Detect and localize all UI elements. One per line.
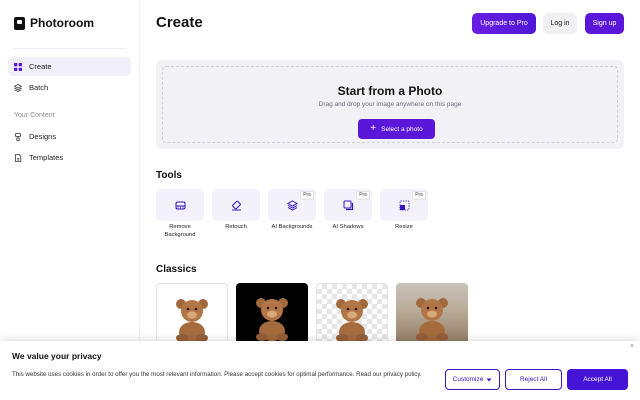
tool-card[interactable] [212, 189, 260, 221]
ai-shadows-icon [343, 200, 353, 210]
tool-label: Retouch [225, 224, 247, 230]
sidebar: Photoroom Create Batch Your Content Desi… [0, 0, 140, 400]
pro-badge: Pro [412, 191, 426, 200]
resize-icon [399, 200, 409, 210]
teddy-bear-image [416, 298, 448, 341]
tool-remove-background[interactable]: Remove Background [156, 189, 204, 239]
chevron-down-icon [486, 378, 492, 381]
tool-label: AI Shadows [332, 224, 364, 230]
sidebar-item-label: Create [29, 62, 52, 71]
upload-dropzone-border: Start from a Photo Drag and drop your im… [162, 66, 618, 143]
logo-text: Photoroom [30, 16, 94, 30]
classic-blurred-background[interactable] [396, 283, 468, 345]
close-icon[interactable]: × [630, 343, 634, 350]
logo[interactable]: Photoroom [14, 16, 94, 30]
tool-card[interactable]: Pro [324, 189, 372, 221]
sidebar-item-label: Batch [29, 83, 49, 92]
cookie-text: This website uses cookies in order to of… [12, 371, 422, 378]
upload-dropzone[interactable]: Start from a Photo Drag and drop your im… [156, 60, 624, 149]
grid-icon [14, 62, 22, 71]
templates-icon [15, 153, 22, 162]
reject-all-button[interactable]: Reject All [505, 369, 562, 390]
layers-icon [14, 83, 22, 92]
ai-backgrounds-icon [286, 199, 298, 211]
select-photo-label: Select a photo [381, 125, 423, 133]
page-title: Create [156, 14, 203, 31]
photoroom-logo-icon [14, 16, 25, 30]
pro-badge: Pro [300, 191, 314, 200]
sidebar-section-label: Your Content [14, 112, 55, 119]
upload-title: Start from a Photo [337, 84, 443, 98]
tool-resize[interactable]: Pro Resize [380, 189, 428, 231]
sidebar-divider [14, 48, 127, 49]
tool-retouch[interactable]: Retouch [212, 189, 260, 231]
retouch-icon [231, 200, 241, 210]
remove-background-icon [175, 201, 185, 209]
sidebar-item-batch[interactable]: Batch [8, 78, 131, 97]
tool-label: Resize [395, 224, 413, 230]
sidebar-item-label: Templates [29, 153, 64, 162]
sidebar-item-templates[interactable]: Templates [8, 148, 131, 167]
plus-icon: + [370, 123, 377, 134]
customize-button[interactable]: Customize [445, 369, 500, 390]
teddy-bear-image [256, 298, 288, 341]
classics-title: Classics [156, 264, 197, 275]
tool-card[interactable] [156, 189, 204, 221]
classic-black-background[interactable] [236, 283, 308, 345]
classic-white-background[interactable] [156, 283, 228, 345]
designs-icon [15, 132, 21, 141]
teddy-bear-image [336, 299, 368, 342]
tools-title: Tools [156, 170, 182, 181]
customize-label: Customize [452, 376, 484, 383]
accept-all-button[interactable]: Accept All [567, 369, 628, 390]
tool-ai-backgrounds[interactable]: Pro AI Backgrounds [268, 189, 316, 231]
tool-label: Remove Background [164, 224, 196, 238]
cookie-banner: × We value your privacy This website use… [0, 341, 640, 400]
tool-card[interactable]: Pro [380, 189, 428, 221]
tool-label: AI Backgrounds [271, 224, 313, 230]
tool-card[interactable]: Pro [268, 189, 316, 221]
sidebar-item-designs[interactable]: Designs [8, 127, 131, 146]
tool-ai-shadows[interactable]: Pro AI Shadows [324, 189, 372, 231]
teddy-bear-image [176, 299, 208, 342]
select-photo-button[interactable]: + Select a photo [358, 119, 435, 139]
upload-subtitle: Drag and drop your image anywhere on thi… [318, 101, 462, 108]
sidebar-item-create[interactable]: Create [8, 57, 131, 76]
sidebar-item-label: Designs [29, 132, 57, 141]
pro-badge: Pro [356, 191, 370, 200]
login-button[interactable]: Log in [543, 13, 577, 34]
cookie-title: We value your privacy [12, 351, 102, 361]
classic-transparent-background[interactable] [316, 283, 388, 345]
upgrade-button[interactable]: Upgrade to Pro [472, 13, 536, 34]
signup-button[interactable]: Sign up [585, 13, 624, 34]
